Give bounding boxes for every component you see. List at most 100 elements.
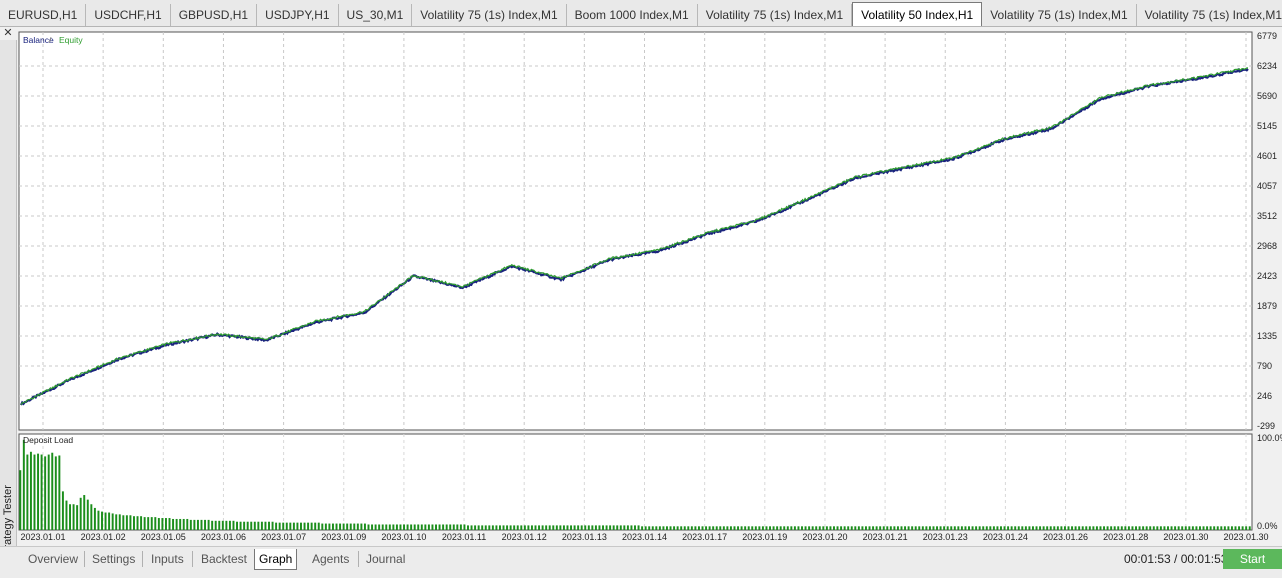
deposit-load-bar: [943, 526, 946, 530]
deposit-load-bar: [843, 526, 846, 530]
deposit-load-bar: [886, 526, 889, 530]
deposit-load-bar: [61, 491, 64, 530]
deposit-load-bar: [1000, 526, 1002, 530]
deposit-load-bar: [1163, 526, 1166, 530]
deposit-load-bar: [268, 521, 270, 530]
tab-settings[interactable]: Settings: [88, 549, 139, 569]
deposit-load-bar: [733, 526, 736, 530]
chart-tab-volatility-75-1s-d[interactable]: Volatility 75 (1s) Index,M1: [1137, 4, 1282, 26]
tab-overview[interactable]: Overview: [24, 549, 82, 569]
deposit-load-bar: [388, 524, 391, 530]
x-tick-label: 2023.01.12: [502, 532, 547, 542]
deposit-load-bar: [374, 524, 377, 530]
deposit-load-bar: [356, 523, 359, 530]
deposit-load-bar: [591, 525, 594, 530]
deposit-load-bar: [499, 525, 501, 530]
tab-separator: [192, 551, 193, 567]
deposit-load-bar: [395, 524, 398, 530]
deposit-load-bar: [133, 516, 135, 530]
x-tick-label: 2023.01.06: [201, 532, 246, 542]
deposit-load-bar: [836, 526, 839, 530]
deposit-load-bar: [37, 453, 40, 530]
deposit-load-bar: [513, 525, 516, 530]
deposit-load-bar: [1010, 526, 1013, 530]
deposit-load-bar: [1095, 526, 1098, 530]
deposit-load-bar: [815, 526, 818, 530]
deposit-load-bar: [314, 522, 317, 530]
deposit-load-bar: [797, 526, 800, 530]
deposit-load-bar: [1127, 526, 1130, 530]
chart-tab-gbpusd-h1[interactable]: GBPUSD,H1: [171, 4, 258, 26]
deposit-load-bar: [1230, 526, 1233, 530]
deposit-load-bar: [1206, 526, 1209, 530]
deposit-load-bar: [850, 526, 853, 530]
deposit-load-bar: [562, 525, 565, 530]
deposit-load-bar: [1241, 526, 1244, 530]
tab-separator: [142, 551, 143, 567]
deposit-load-bar: [438, 524, 441, 530]
deposit-load-bar: [353, 523, 356, 530]
chart-tab-volatility-75-1s-a[interactable]: Volatility 75 (1s) Index,M1: [412, 4, 567, 26]
chart-tab-us30-m1[interactable]: US_30,M1: [339, 4, 413, 26]
deposit-load-bar: [641, 526, 644, 530]
deposit-load-bar: [722, 526, 725, 530]
deposit-load-bar: [609, 525, 612, 530]
deposit-load-bar: [932, 526, 935, 530]
deposit-load-bar: [196, 519, 199, 530]
deposit-load-bar: [840, 526, 843, 530]
deposit-load-bar: [765, 526, 768, 530]
deposit-load-bar: [1113, 526, 1116, 530]
chart-tab-volatility-50-h1[interactable]: Volatility 50 Index,H1: [852, 2, 983, 26]
deposit-load-bar: [328, 523, 331, 530]
deposit-load-bar: [104, 512, 107, 530]
chart-tab-boom-1000[interactable]: Boom 1000 Index,M1: [567, 4, 698, 26]
deposit-load-bar: [456, 524, 459, 530]
deposit-load-bar: [772, 526, 775, 530]
deposit-load-bar: [968, 526, 970, 530]
deposit-load-bar: [239, 521, 242, 530]
chart-tab-usdchf-h1[interactable]: USDCHF,H1: [86, 4, 171, 26]
deposit-load-bar: [1199, 526, 1201, 530]
deposit-load-bar: [491, 525, 494, 530]
deposit-load-bar: [211, 520, 214, 530]
deposit-load-bar: [1099, 526, 1102, 530]
deposit-load-bar: [289, 522, 292, 530]
chart-tab-volatility-75-1s-b[interactable]: Volatility 75 (1s) Index,M1: [698, 4, 853, 26]
deposit-load-bar: [612, 525, 615, 530]
y-tick-label: 246: [1257, 391, 1272, 401]
deposit-load-bar: [1177, 526, 1180, 530]
deposit-load-bar: [818, 526, 821, 530]
deposit-load-bar: [708, 526, 711, 530]
tab-journal[interactable]: Journal: [362, 549, 409, 569]
deposit-load-bar: [530, 525, 533, 530]
tab-inputs[interactable]: Inputs: [147, 549, 188, 569]
chart-tab-usdjpy-h1[interactable]: USDJPY,H1: [257, 4, 339, 26]
x-tick-label: 2023.01.24: [983, 532, 1028, 542]
deposit-load-bar: [1078, 526, 1081, 530]
deposit-load-bar: [427, 524, 430, 530]
deposit-load-bar: [26, 454, 29, 530]
deposit-load-bar: [705, 526, 708, 530]
tab-backtest[interactable]: Backtest: [197, 549, 251, 569]
deposit-load-bar: [502, 525, 505, 530]
tab-agents[interactable]: Agents: [308, 549, 353, 569]
deposit-load-bar: [751, 526, 754, 530]
deposit-load-bar: [822, 526, 825, 530]
deposit-load-bar: [193, 519, 196, 530]
deposit-load-bar: [506, 525, 509, 530]
deposit-load-bar: [122, 515, 125, 530]
chart-tab-eurusd-h1[interactable]: EURUSD,H1: [0, 4, 87, 26]
tab-graph[interactable]: Graph: [254, 549, 298, 570]
deposit-load-bar: [587, 525, 590, 530]
deposit-load-bar: [285, 522, 288, 530]
start-button[interactable]: Start: [1223, 549, 1282, 569]
deposit-load-bar: [921, 526, 924, 530]
deposit-load-bar: [1245, 526, 1248, 530]
deposit-load-bar: [900, 526, 903, 530]
deposit-load-bar: [623, 525, 626, 530]
deposit-load-bar: [182, 518, 185, 530]
deposit-load-bar: [793, 526, 796, 530]
deposit-load-bar: [488, 525, 491, 530]
deposit-load-bar: [172, 518, 175, 530]
chart-tab-volatility-75-1s-c[interactable]: Volatility 75 (1s) Index,M1: [982, 4, 1137, 26]
